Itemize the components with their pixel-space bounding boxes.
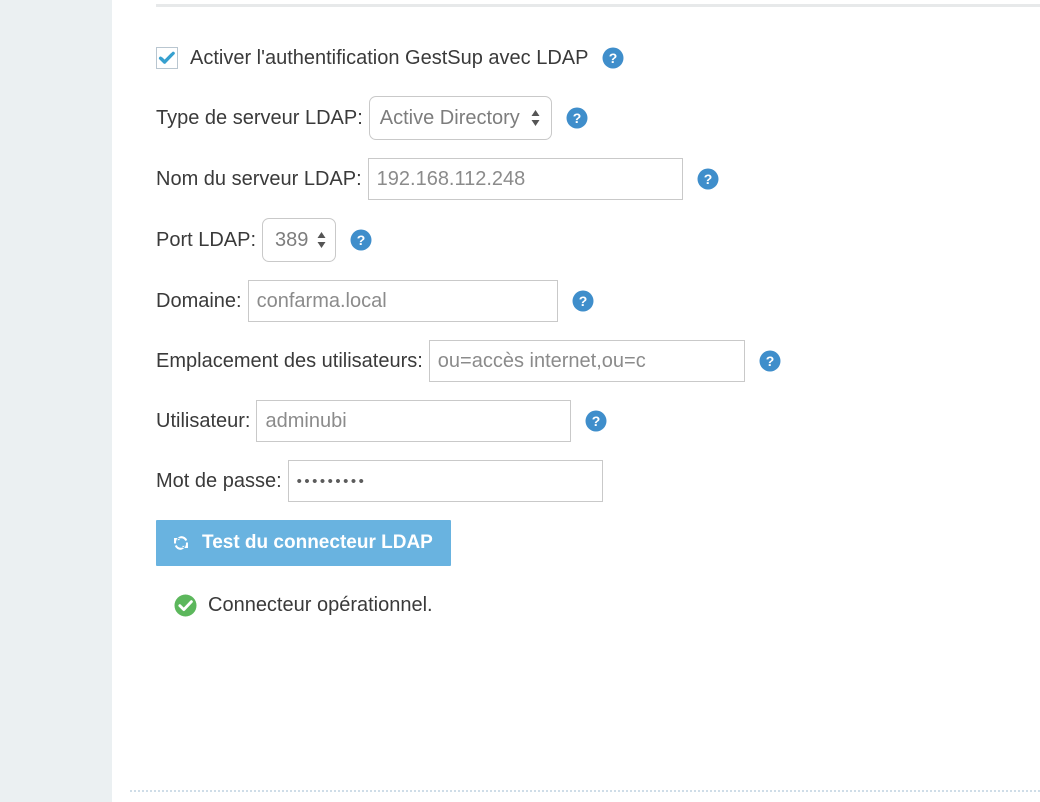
enable-ldap-row: Activer l'authentification GestSup avec … [156, 42, 1040, 74]
server-name-row: Nom du serveur LDAP: 192.168.112.248 ? [156, 158, 1040, 200]
updown-caret-icon-server-type [530, 108, 541, 128]
enable-ldap-label: Activer l'authentification GestSup avec … [190, 47, 589, 69]
username-row: Utilisateur: adminubi ? [156, 400, 1040, 442]
updown-caret-icon-port[interactable] [316, 230, 327, 250]
help-circle-icon-server-type[interactable]: ? [566, 107, 588, 129]
server-type-label: Type de serveur LDAP: [156, 107, 363, 129]
test-ldap-connector-button[interactable]: Test du connecteur LDAP [156, 520, 451, 566]
help-circle-icon-port[interactable]: ? [350, 229, 372, 251]
svg-text:?: ? [592, 413, 601, 429]
connector-status-text: Connecteur opérationnel. [208, 594, 433, 616]
svg-text:?: ? [703, 171, 712, 187]
check-circle-icon [174, 594, 197, 617]
password-label: Mot de passe: [156, 470, 282, 492]
port-value: 389 [275, 228, 309, 251]
connector-status: Connecteur opérationnel. [174, 594, 1040, 617]
help-circle-icon-enable-ldap[interactable]: ? [602, 47, 624, 69]
help-circle-icon-server-name[interactable]: ? [697, 168, 719, 190]
users-location-label: Emplacement des utilisateurs: [156, 350, 423, 372]
domain-input[interactable]: confarma.local [247, 280, 558, 322]
users-location-input[interactable]: ou=accès internet,ou=c [428, 340, 745, 382]
left-sidebar [0, 0, 112, 802]
domain-label: Domaine: [156, 290, 242, 312]
help-circle-icon-users-location[interactable]: ? [759, 350, 781, 372]
password-masked-value: ••••••••• [296, 472, 367, 490]
server-type-select[interactable]: Active Directory [368, 96, 552, 140]
username-input[interactable]: adminubi [256, 400, 572, 442]
checkmark-icon [158, 51, 175, 64]
sync-refresh-icon [170, 532, 192, 554]
port-row: Port LDAP: 389 ? [156, 218, 1040, 262]
port-label: Port LDAP: [156, 229, 257, 251]
ldap-settings-form: Activer l'authentification GestSup avec … [156, 42, 1040, 617]
svg-text:?: ? [573, 110, 582, 126]
test-ldap-connector-label: Test du connecteur LDAP [202, 532, 433, 553]
bottom-divider [130, 790, 1040, 794]
svg-text:?: ? [357, 232, 366, 248]
page-root: Activer l'authentification GestSup avec … [0, 0, 1040, 802]
test-button-row: Test du connecteur LDAP [156, 520, 1040, 566]
users-location-row: Emplacement des utilisateurs: ou=accès i… [156, 340, 1040, 382]
enable-ldap-checkbox[interactable] [156, 47, 178, 69]
server-name-input[interactable]: 192.168.112.248 [367, 158, 683, 200]
main-content: Activer l'authentification GestSup avec … [112, 0, 1040, 802]
help-circle-icon-domain[interactable]: ? [572, 290, 594, 312]
username-label: Utilisateur: [156, 410, 251, 432]
server-type-value: Active Directory [379, 106, 520, 129]
help-circle-icon-username[interactable]: ? [585, 410, 607, 432]
server-type-row: Type de serveur LDAP: Active Directory ? [156, 96, 1040, 140]
server-name-label: Nom du serveur LDAP: [156, 168, 362, 190]
password-input[interactable]: ••••••••• [287, 460, 603, 502]
svg-text:?: ? [578, 293, 587, 309]
port-stepper[interactable]: 389 [262, 218, 337, 262]
password-row: Mot de passe: ••••••••• [156, 460, 1040, 502]
top-divider [156, 4, 1040, 7]
svg-text:?: ? [609, 50, 618, 66]
domain-row: Domaine: confarma.local ? [156, 280, 1040, 322]
svg-text:?: ? [766, 353, 775, 369]
